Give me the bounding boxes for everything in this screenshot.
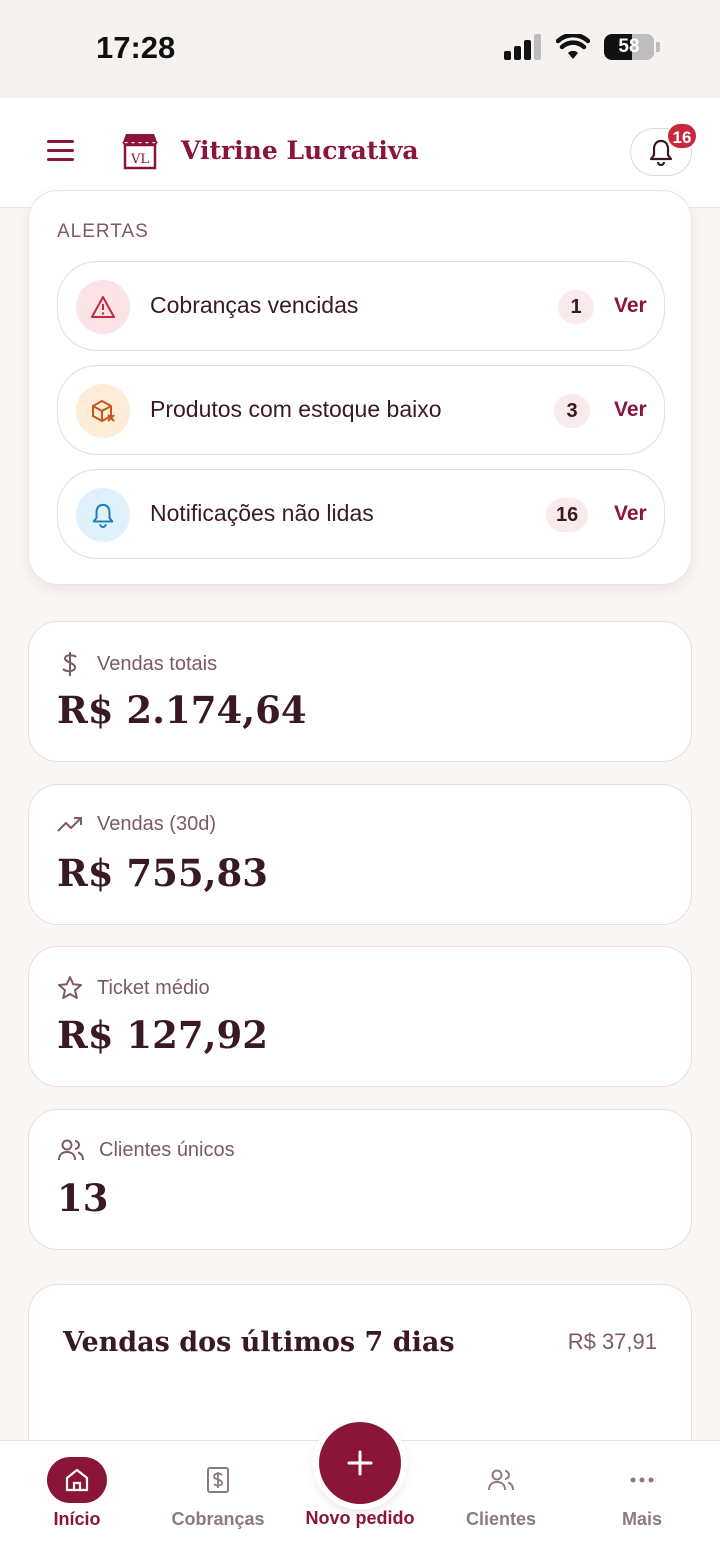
nav-item-inicio[interactable]: Início [7, 1441, 147, 1562]
alerts-title: ALERTAS [57, 221, 149, 242]
nav-item-clientes[interactable]: Clientes [431, 1441, 571, 1562]
star-icon [58, 976, 82, 999]
stat-label: Vendas (30d) [97, 813, 216, 835]
receipt-icon [188, 1457, 248, 1503]
stat-card-average-ticket: Ticket médio R$ 127,92 [28, 946, 692, 1087]
stat-value: R$ 755,83 [57, 851, 268, 895]
alert-overdue-charges[interactable]: Cobranças vencidas 1 Ver [57, 261, 665, 351]
cellular-signal-icon [504, 34, 541, 60]
users-icon [58, 1139, 84, 1161]
stat-label: Ticket médio [97, 976, 210, 999]
store-logo-icon: VL [122, 134, 158, 170]
stat-card-sales-30d: Vendas (30d) R$ 755,83 [28, 784, 692, 925]
alert-count: 3 [554, 394, 590, 428]
nav-label: Mais [621, 1509, 663, 1529]
stat-card-unique-clients: Clientes únicos 13 [28, 1109, 692, 1250]
dollar-icon [62, 652, 77, 676]
status-icons: 58 [504, 34, 660, 60]
alert-label: Cobranças vencidas [150, 292, 359, 318]
stat-label: Vendas totais [97, 652, 218, 675]
alert-count: 16 [546, 498, 589, 532]
stat-value: R$ 2.174,64 [57, 688, 307, 732]
bell-icon [76, 488, 130, 542]
stat-value: 13 [57, 1176, 109, 1220]
new-order-button[interactable] [319, 1422, 401, 1504]
trending-up-icon [57, 816, 82, 832]
stat-value: R$ 127,92 [57, 1013, 268, 1057]
box-icon [76, 384, 130, 438]
status-bar: 17:28 58 [0, 0, 720, 98]
status-time: 17:28 [96, 30, 176, 65]
alert-unread-notifications[interactable]: Notificações não lidas 16 Ver [57, 469, 665, 559]
home-icon [47, 1457, 107, 1503]
logo-monogram: VL [130, 152, 149, 167]
battery-icon: 58 [604, 34, 654, 60]
chart-total: R$ 37,91 [567, 1329, 657, 1354]
alert-view-link[interactable]: Ver [614, 502, 647, 526]
nav-label: Clientes [465, 1509, 537, 1529]
notification-badge: 16 [666, 122, 698, 150]
new-order-label[interactable]: Novo pedido [290, 1508, 430, 1529]
plus-icon [347, 1450, 373, 1476]
nav-item-cobrancas[interactable]: Cobranças [148, 1441, 288, 1562]
alert-count: 1 [558, 290, 594, 324]
alert-view-link[interactable]: Ver [614, 294, 647, 318]
stat-label: Clientes únicos [99, 1138, 235, 1161]
wifi-icon [556, 34, 590, 59]
alert-label: Produtos com estoque baixo [150, 396, 442, 422]
stat-card-total-sales: Vendas totais R$ 2.174,64 [28, 621, 692, 762]
brand-name: Vitrine Lucrativa [181, 136, 419, 165]
chart-title: Vendas dos últimos 7 dias [63, 1327, 455, 1358]
more-icon [612, 1457, 672, 1503]
alerts-card: ALERTAS Cobranças vencidas 1 Ver Produto… [28, 190, 692, 585]
nav-label: Cobranças [171, 1509, 265, 1529]
warning-icon [76, 280, 130, 334]
nav-item-mais[interactable]: Mais [572, 1441, 712, 1562]
alert-view-link[interactable]: Ver [614, 398, 647, 422]
alert-low-stock[interactable]: Produtos com estoque baixo 3 Ver [57, 365, 665, 455]
users-icon [471, 1457, 531, 1503]
battery-level: 58 [618, 36, 640, 57]
nav-label: Início [53, 1509, 101, 1529]
menu-icon[interactable] [46, 136, 76, 166]
alert-label: Notificações não lidas [150, 500, 374, 526]
